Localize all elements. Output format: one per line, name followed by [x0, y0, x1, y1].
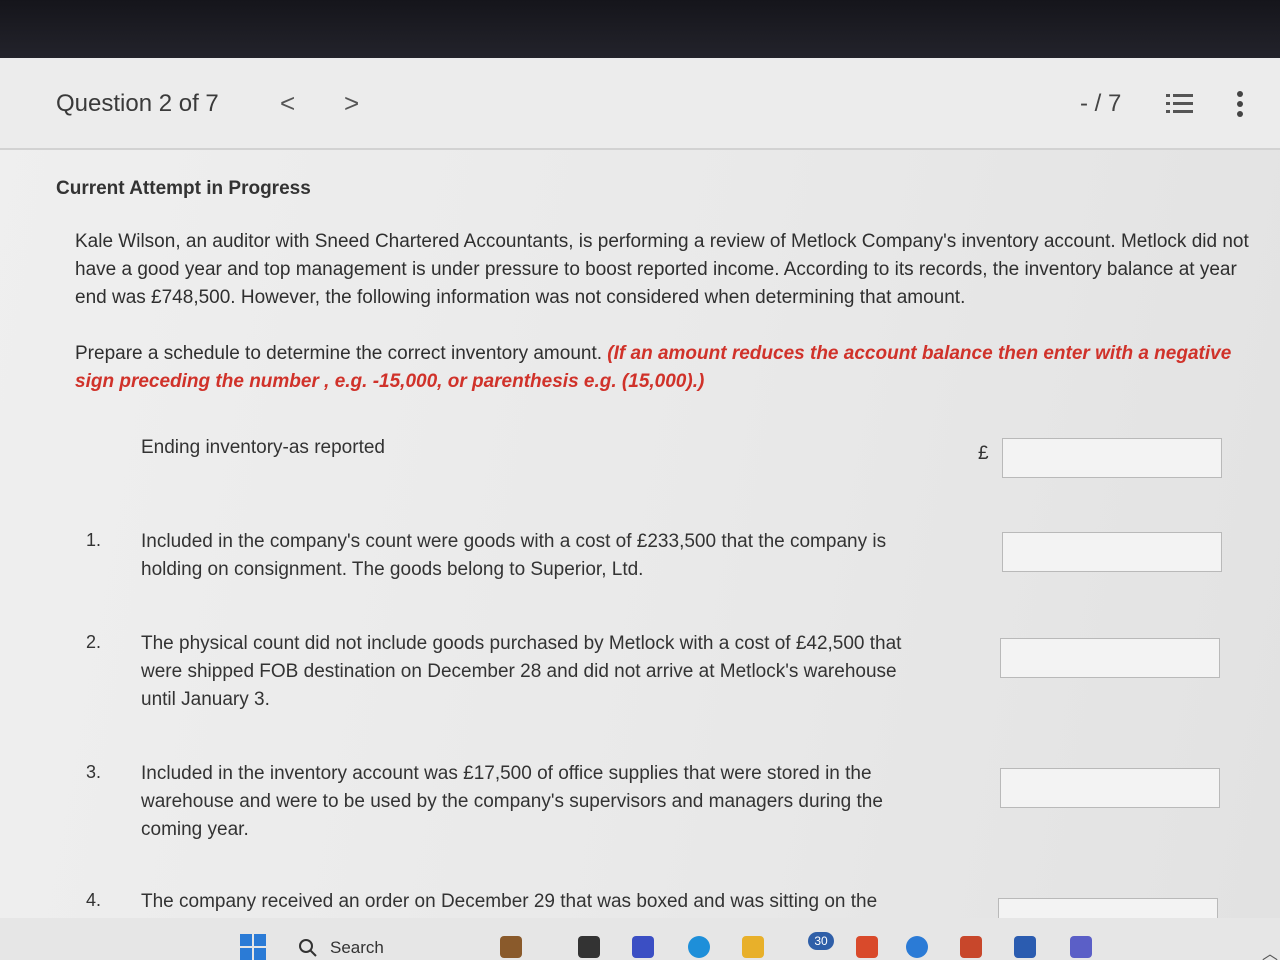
- search-icon[interactable]: [298, 938, 318, 958]
- item-4-text: The company received an order on Decembe…: [141, 891, 878, 912]
- item-3-input[interactable]: [1000, 768, 1220, 808]
- word-icon[interactable]: [1014, 936, 1036, 958]
- item-3-text: Included in the inventory account was £1…: [141, 763, 883, 840]
- item-2-text: The physical count did not include goods…: [141, 633, 902, 710]
- next-question-button[interactable]: >: [344, 88, 359, 119]
- item-2-input[interactable]: [1000, 638, 1220, 678]
- instructions: Prepare a schedule to determine the corr…: [75, 340, 1255, 396]
- chevron-up-icon[interactable]: ︿: [1262, 940, 1278, 960]
- question-title: Question 2 of 7: [56, 90, 219, 117]
- notification-badge: 30: [808, 932, 834, 950]
- item-number: 2.: [86, 632, 102, 652]
- previous-question-button[interactable]: <: [280, 88, 295, 119]
- meet-icon[interactable]: [632, 936, 654, 958]
- item-number: 3.: [86, 762, 102, 782]
- item-number: 4.: [86, 890, 102, 910]
- taskbar-search-label[interactable]: Search: [330, 938, 384, 958]
- more-vertical-icon[interactable]: [1228, 90, 1252, 118]
- item-number: 1.: [86, 530, 102, 550]
- attempt-status: Current Attempt in Progress: [56, 178, 311, 199]
- question-header: Question 2 of 7 < > - / 7: [0, 58, 1280, 150]
- windows-start-icon[interactable]: [240, 934, 266, 960]
- currency-symbol: £: [978, 443, 989, 464]
- widget-icon[interactable]: [500, 936, 522, 958]
- instructions-text: Prepare a schedule to determine the corr…: [75, 343, 603, 364]
- ending-inventory-input[interactable]: [1002, 438, 1222, 478]
- taskbar: Search 30 ︿: [0, 918, 1280, 960]
- file-explorer-icon[interactable]: [742, 936, 764, 958]
- item-1-input[interactable]: [1002, 532, 1222, 572]
- score-display: - / 7: [1080, 90, 1122, 117]
- item-1-text: Included in the company's count were goo…: [141, 531, 887, 580]
- item-4-input[interactable]: [998, 898, 1218, 918]
- powerpoint-icon[interactable]: [960, 936, 982, 958]
- app-icon[interactable]: [856, 936, 878, 958]
- teams-icon[interactable]: [1070, 936, 1092, 958]
- list-icon[interactable]: [1166, 92, 1194, 116]
- ending-inventory-label: Ending inventory-as reported: [141, 437, 385, 458]
- browser-screen: Question 2 of 7 < > - / 7 Current Attemp…: [0, 58, 1280, 918]
- task-view-icon[interactable]: [578, 936, 600, 958]
- chrome-icon[interactable]: [906, 936, 928, 958]
- screen-bezel: [0, 0, 1280, 58]
- edge-icon[interactable]: [688, 936, 710, 958]
- problem-intro: Kale Wilson, an auditor with Sneed Chart…: [75, 231, 1249, 308]
